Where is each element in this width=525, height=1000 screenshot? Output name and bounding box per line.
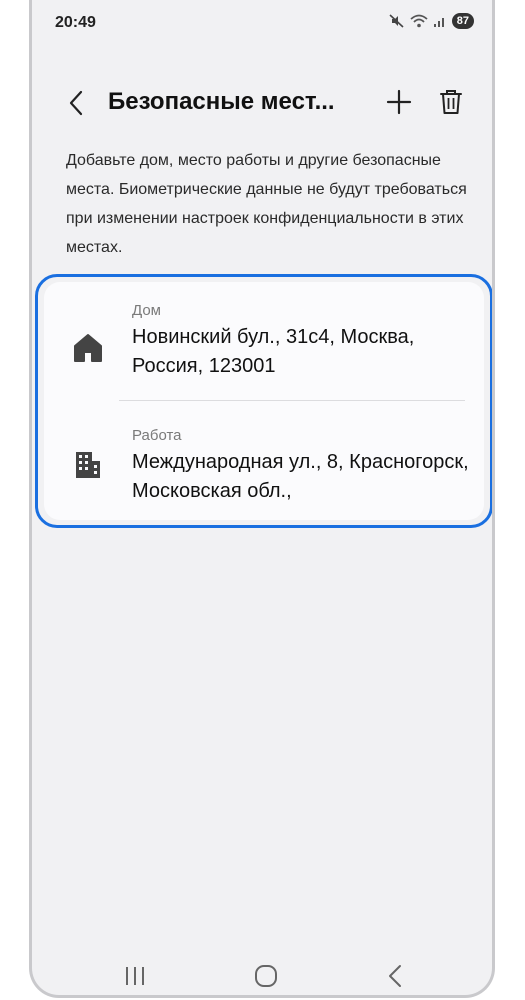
status-bar: 20:49 87 <box>32 0 492 44</box>
plus-icon[interactable] <box>384 87 414 117</box>
back-nav-icon[interactable] <box>378 958 414 994</box>
recents-icon[interactable] <box>117 958 153 994</box>
home-button-icon[interactable] <box>248 958 284 994</box>
place-item-work[interactable]: Работа Международная ул., 8, Красногорск… <box>44 421 484 531</box>
place-address: Международная ул., 8, Красногорск, Моско… <box>132 451 469 502</box>
app-header: Безопасные мест... <box>32 78 492 128</box>
place-item-home[interactable]: Дом Новинский бул., 31с4, Москва, Россия… <box>44 296 484 406</box>
building-icon <box>76 452 100 478</box>
places-card: Дом Новинский бул., 31с4, Москва, Россия… <box>44 282 484 520</box>
signal-icon <box>433 18 444 27</box>
place-label: Дом <box>132 302 161 319</box>
battery-icon: 87 <box>451 13 474 29</box>
page-title: Безопасные мест... <box>108 88 335 115</box>
divider <box>119 400 465 401</box>
system-nav-bar <box>32 950 492 994</box>
status-icons: 87 <box>389 13 474 29</box>
description-text: Добавьте дом, место работы и другие безо… <box>66 152 467 256</box>
home-icon <box>74 334 102 362</box>
phone-screen: 20:49 87 Безопасные мест... Добавьте дом… <box>29 0 495 998</box>
place-address: Новинский бул., 31с4, Москва, Россия, 12… <box>132 326 415 377</box>
trash-icon[interactable] <box>436 87 466 117</box>
place-label: Работа <box>132 427 182 444</box>
chevron-left-icon[interactable] <box>62 88 92 118</box>
wifi-icon <box>410 14 428 28</box>
mute-icon <box>389 14 404 28</box>
status-time: 20:49 <box>55 14 96 31</box>
